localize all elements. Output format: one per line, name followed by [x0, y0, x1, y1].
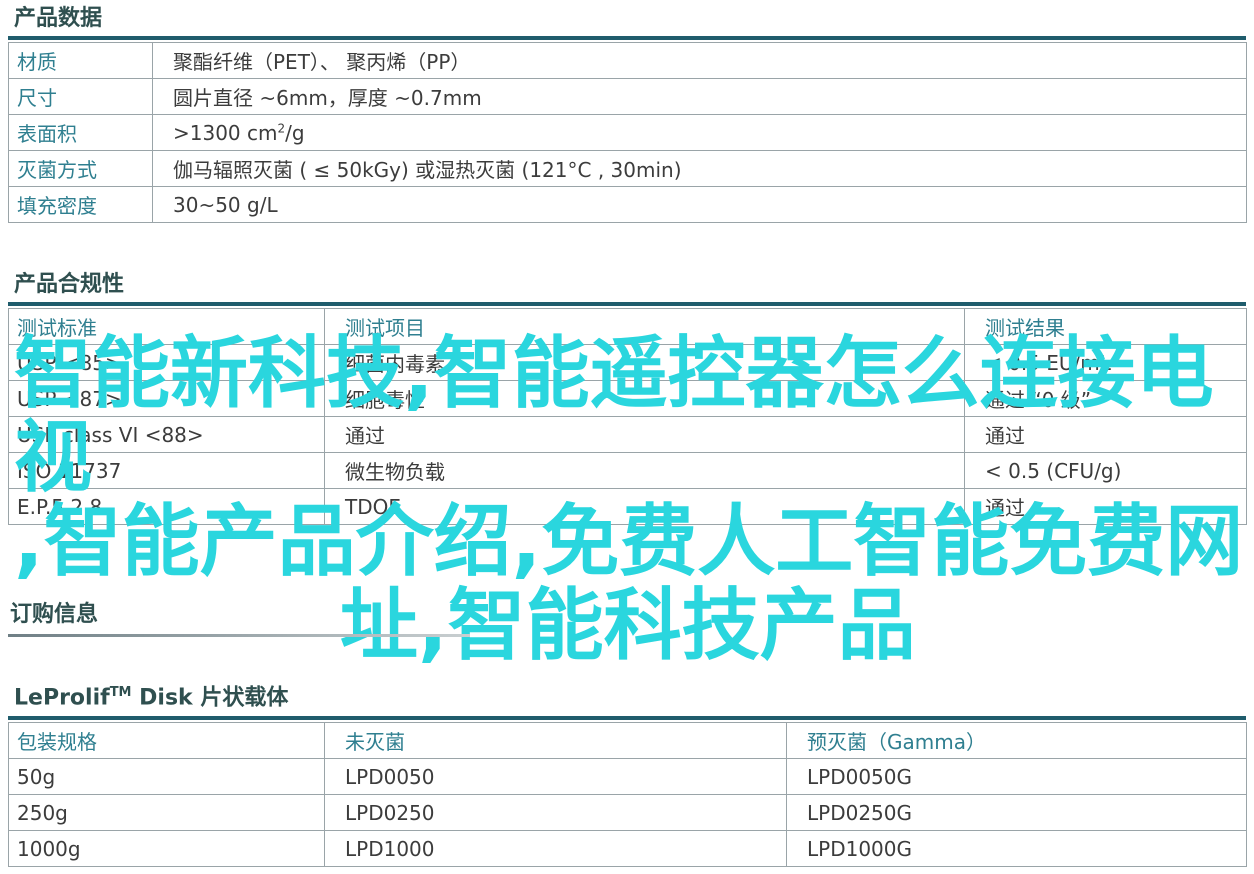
table-cell: LPD0250 — [324, 794, 787, 831]
table-cell: < 0.5 (CFU/g) — [964, 452, 1247, 489]
row-value: 30~50 g/L — [152, 186, 1247, 223]
table-cell: E.P.5.2.8 — [8, 488, 325, 525]
row-key: 材质 — [8, 42, 153, 79]
table-cell: LPD1000 — [324, 830, 787, 867]
table-cell: LPD1000G — [786, 830, 1247, 867]
table-cell: 通过 — [964, 416, 1247, 453]
table-header-row: 包装规格 未灭菌 预灭菌（Gamma） — [8, 722, 1247, 759]
column-header: 测试项目 — [324, 308, 965, 345]
table-cell: 通过 — [324, 416, 965, 453]
table-cell: 通过 — [964, 488, 1247, 525]
table-cell: 250g — [8, 794, 325, 831]
column-header: 测试标准 — [8, 308, 325, 345]
table-row: 250g LPD0250 LPD0250G — [8, 794, 1247, 831]
table-row: USP <87> 细胞毒性 通过 “0 级” — [8, 380, 1247, 417]
column-header: 测试结果 — [964, 308, 1247, 345]
table-cell: 50g — [8, 758, 325, 795]
row-key: 灭菌方式 — [8, 150, 153, 187]
order-rule — [8, 634, 470, 637]
table-cell: TDOE — [324, 488, 965, 525]
product-data-table: 材质 聚酯纤维（PET）、 聚丙烯（PP） 尺寸 圆片直径 ~6mm，厚度 ~0… — [8, 42, 1247, 223]
order-table: 包装规格 未灭菌 预灭菌（Gamma） 50g LPD0050 LPD0050G… — [8, 722, 1247, 867]
row-value: 伽马辐照灭菌 ( ≤ 50kGy) 或湿热灭菌 (121°C , 30min) — [152, 150, 1247, 187]
table-row: 填充密度 30~50 g/L — [8, 186, 1247, 223]
product-data-title: 产品数据 — [14, 6, 103, 31]
table-row: 1000g LPD1000 LPD1000G — [8, 830, 1247, 867]
table-cell: 细菌内毒素 — [324, 344, 965, 381]
table-row: 灭菌方式 伽马辐照灭菌 ( ≤ 50kGy) 或湿热灭菌 (121°C , 30… — [8, 150, 1247, 187]
table-cell: 1000g — [8, 830, 325, 867]
table-cell: USP <87> — [8, 380, 325, 417]
table-row: USP <85> 细菌内毒素 < 0.5 EU/mL — [8, 344, 1247, 381]
table-cell: USP class VI <88> — [8, 416, 325, 453]
table-cell: < 0.5 EU/mL — [964, 344, 1247, 381]
row-value: 聚酯纤维（PET）、 聚丙烯（PP） — [152, 42, 1247, 79]
table-cell: USP <85> — [8, 344, 325, 381]
table-cell: LPD0250G — [786, 794, 1247, 831]
section-rule — [8, 716, 1246, 720]
row-key: 填充密度 — [8, 186, 153, 223]
column-header: 预灭菌（Gamma） — [786, 722, 1247, 759]
row-key: 尺寸 — [8, 78, 153, 115]
order-title: 订购信息 — [10, 602, 99, 627]
compliance-title: 产品合规性 — [14, 272, 125, 297]
table-cell: 微生物负载 — [324, 452, 965, 489]
section-rule — [8, 302, 1246, 306]
table-cell: LPD0050 — [324, 758, 787, 795]
table-row: 表面积 >1300 cm2/g — [8, 114, 1247, 151]
table-cell: LPD0050G — [786, 758, 1247, 795]
table-row: 尺寸 圆片直径 ~6mm，厚度 ~0.7mm — [8, 78, 1247, 115]
table-row: USP class VI <88> 通过 通过 — [8, 416, 1247, 453]
table-header-row: 测试标准 测试项目 测试结果 — [8, 308, 1247, 345]
row-key: 表面积 — [8, 114, 153, 151]
section-rule — [8, 36, 1246, 40]
table-cell: ISO 11737 — [8, 452, 325, 489]
table-row: 50g LPD0050 LPD0050G — [8, 758, 1247, 795]
row-value: >1300 cm2/g — [152, 114, 1247, 151]
compliance-table: 测试标准 测试项目 测试结果 USP <85> 细菌内毒素 < 0.5 EU/m… — [8, 308, 1247, 525]
table-row: E.P.5.2.8 TDOE 通过 — [8, 488, 1247, 525]
row-value: 圆片直径 ~6mm，厚度 ~0.7mm — [152, 78, 1247, 115]
column-header: 未灭菌 — [324, 722, 787, 759]
product-subtitle: LeProlifTM Disk 片状载体 — [14, 685, 289, 711]
table-row: ISO 11737 微生物负载 < 0.5 (CFU/g) — [8, 452, 1247, 489]
column-header: 包装规格 — [8, 722, 325, 759]
table-cell: 通过 “0 级” — [964, 380, 1247, 417]
table-cell: 细胞毒性 — [324, 380, 965, 417]
table-row: 材质 聚酯纤维（PET）、 聚丙烯（PP） — [8, 42, 1247, 79]
overlay-line: 址,智能科技产品 — [340, 581, 916, 671]
